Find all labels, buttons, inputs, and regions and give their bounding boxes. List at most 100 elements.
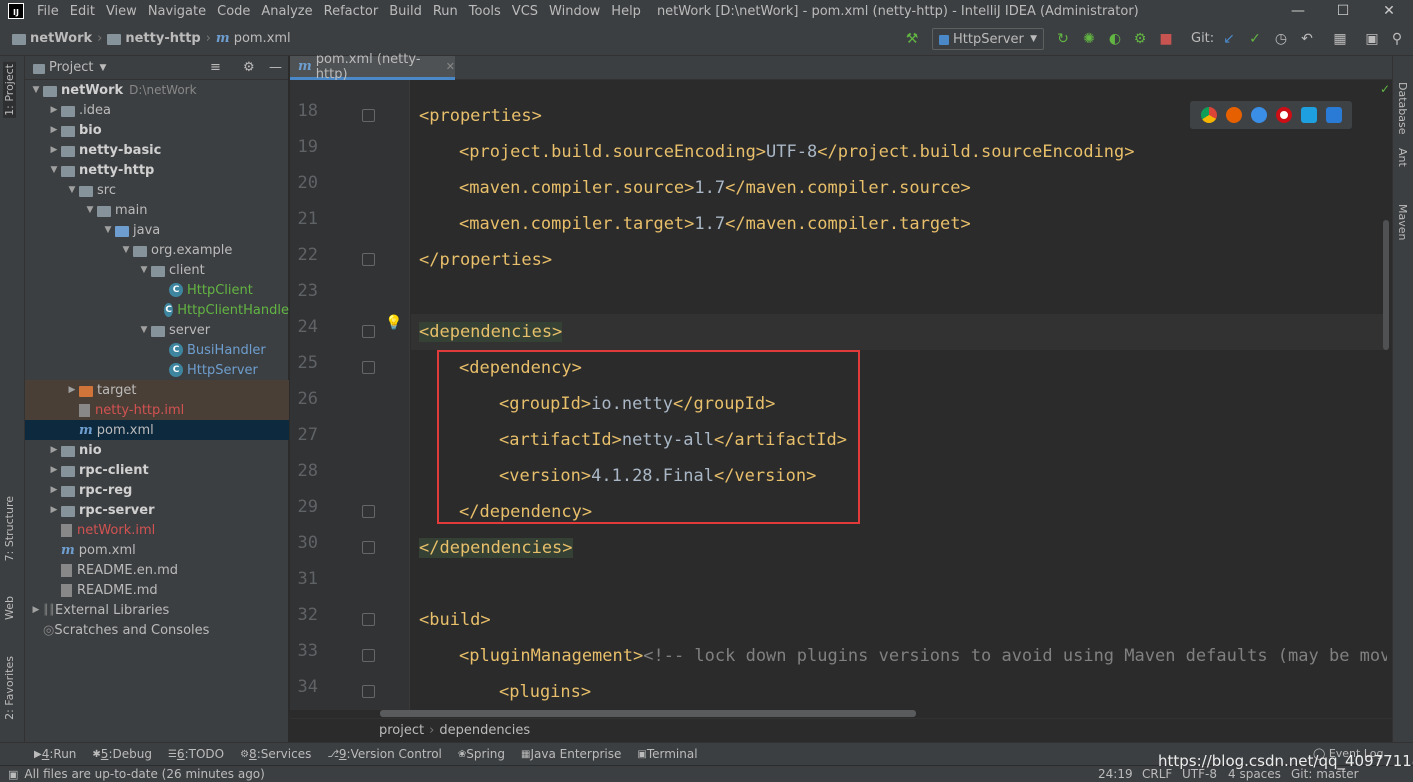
menu-item-window[interactable]: Window xyxy=(544,4,606,19)
tree-item[interactable]: README.en.md xyxy=(25,560,289,580)
build-hammer-icon[interactable]: ⚒ xyxy=(903,30,921,48)
chevron-right-icon[interactable]: ▶ xyxy=(47,125,61,135)
tool-tab-debug[interactable]: ✱ 5: Debug xyxy=(92,747,152,761)
tab-favorites[interactable]: 2: Favorites xyxy=(3,656,16,720)
chevron-down-icon[interactable]: ▼ xyxy=(101,225,115,235)
minimize-button[interactable]: — xyxy=(1275,0,1321,22)
project-structure-icon[interactable]: ▦ xyxy=(1331,30,1349,48)
chevron-down-icon[interactable]: ▼ xyxy=(137,325,151,335)
tree-item[interactable]: ▼ main xyxy=(25,200,289,220)
status-toggle-icon[interactable]: ▣ xyxy=(8,768,18,781)
tab-ant[interactable]: Ant xyxy=(1396,148,1409,167)
tab-structure[interactable]: 7: Structure xyxy=(3,496,16,561)
nav-crumb-netty-http[interactable]: netty-http xyxy=(107,31,201,46)
chevron-right-icon[interactable]: ▶ xyxy=(47,505,61,515)
tree-item[interactable]: ▶ .idea xyxy=(25,100,289,120)
tree-item[interactable]: m pom.xml xyxy=(25,540,289,560)
maximize-button[interactable]: ☐ xyxy=(1320,0,1366,22)
opera-icon[interactable] xyxy=(1275,107,1292,123)
scroll-thumb[interactable] xyxy=(380,710,916,717)
tree-item[interactable]: m pom.xml xyxy=(25,420,289,440)
tree-item[interactable]: ▼ netty-http xyxy=(25,160,289,180)
chevron-down-icon[interactable]: ▼ xyxy=(99,63,106,73)
firefox-icon[interactable] xyxy=(1225,107,1242,123)
tree-item[interactable]: C HttpServer xyxy=(25,360,289,380)
tab-maven[interactable]: Maven xyxy=(1396,204,1409,240)
tree-item[interactable]: ▶ rpc-reg xyxy=(25,480,289,500)
chrome-icon[interactable] xyxy=(1200,107,1217,123)
breadcrumb-dependencies[interactable]: dependencies xyxy=(439,723,530,738)
fold-marker-icon[interactable] xyxy=(362,505,375,518)
tree-item[interactable]: ▶ bio xyxy=(25,120,289,140)
stop-icon[interactable]: ■ xyxy=(1157,30,1175,48)
profile-icon[interactable]: ⚙ xyxy=(1131,30,1149,48)
tree-item[interactable]: C HttpClientHandle xyxy=(25,300,289,320)
rerun-icon[interactable]: ↻ xyxy=(1054,30,1072,48)
nav-crumb-network[interactable]: netWork xyxy=(12,31,92,46)
tree-item[interactable]: ▼ java xyxy=(25,220,289,240)
menu-item-code[interactable]: Code xyxy=(212,4,256,19)
tree-item[interactable]: netty-http.iml xyxy=(25,400,289,420)
menu-item-file[interactable]: File xyxy=(32,4,65,19)
internet-explorer-icon[interactable] xyxy=(1300,107,1317,123)
tab-database[interactable]: Database xyxy=(1396,82,1409,135)
search-icon[interactable]: ⚲ xyxy=(1388,30,1406,48)
chevron-down-icon[interactable]: ▼ xyxy=(137,265,151,275)
menu-item-vcs[interactable]: VCS xyxy=(507,4,544,19)
chevron-down-icon[interactable]: ▼ xyxy=(83,205,97,215)
tab-project[interactable]: 1: Project xyxy=(3,62,16,118)
chevron-right-icon[interactable]: ▶ xyxy=(47,485,61,495)
fold-marker-icon[interactable] xyxy=(362,685,375,698)
tree-item[interactable]: ▶ target xyxy=(25,380,289,400)
tool-tab-run[interactable]: ▶ 4: Run xyxy=(34,747,76,761)
debug-icon[interactable]: ✺ xyxy=(1080,30,1098,48)
tree-item[interactable]: README.md xyxy=(25,580,289,600)
tree-item[interactable]: ▶ rpc-server xyxy=(25,500,289,520)
chevron-right-icon[interactable]: ▶ xyxy=(47,445,61,455)
tool-tab-spring[interactable]: ❀ Spring xyxy=(458,747,505,761)
fold-marker-icon[interactable] xyxy=(362,325,375,338)
tree-item[interactable]: ▶ rpc-client xyxy=(25,460,289,480)
tree-item[interactable]: ▼ server xyxy=(25,320,289,340)
menu-item-run[interactable]: Run xyxy=(428,4,464,19)
layout-icon[interactable]: ▣ xyxy=(1363,30,1381,48)
chevron-down-icon[interactable]: ▼ xyxy=(29,85,43,95)
project-panel-title[interactable]: Project xyxy=(49,60,93,75)
menu-item-tools[interactable]: Tools xyxy=(464,4,507,19)
close-window-button[interactable]: ✕ xyxy=(1366,0,1412,22)
chevron-right-icon[interactable]: ▶ xyxy=(47,105,61,115)
chevron-right-icon[interactable]: ▶ xyxy=(47,465,61,475)
caret-position[interactable]: 24:19 xyxy=(1098,767,1133,781)
fold-marker-icon[interactable] xyxy=(362,361,375,374)
coverage-icon[interactable]: ◐ xyxy=(1106,30,1124,48)
git-update-icon[interactable]: ↙ xyxy=(1220,30,1238,48)
tool-tab-java-enterprise[interactable]: ▦ Java Enterprise xyxy=(521,747,621,761)
fold-marker-icon[interactable] xyxy=(362,541,375,554)
tree-item[interactable]: netWork.iml xyxy=(25,520,289,540)
fold-marker-icon[interactable] xyxy=(362,649,375,662)
run-configuration-select[interactable]: HttpServer ▼ xyxy=(932,28,1044,50)
tree-item[interactable]: ▼ org.example xyxy=(25,240,289,260)
menu-item-view[interactable]: View xyxy=(101,4,143,19)
tree-item[interactable]: ▼ netWork D:\netWork xyxy=(25,80,289,100)
fold-marker-icon[interactable] xyxy=(362,109,375,122)
tree-item[interactable]: ◎ Scratches and Consoles xyxy=(25,620,289,640)
tree-item[interactable]: C BusiHandler xyxy=(25,340,289,360)
tool-tab-version-control[interactable]: ⎇ 9: Version Control xyxy=(327,747,442,761)
edge-icon[interactable] xyxy=(1325,107,1342,123)
menu-item-analyze[interactable]: Analyze xyxy=(256,4,318,19)
rollback-icon[interactable]: ↶ xyxy=(1298,30,1316,48)
menu-item-navigate[interactable]: Navigate xyxy=(143,4,212,19)
tree-item[interactable]: ▼ src xyxy=(25,180,289,200)
tree-item[interactable]: ▶ nio xyxy=(25,440,289,460)
chevron-right-icon[interactable]: ▶ xyxy=(29,605,43,615)
gear-icon[interactable]: ⚙ xyxy=(243,60,255,75)
chevron-right-icon[interactable]: ▶ xyxy=(47,145,61,155)
tree-item[interactable]: ▶ netty-basic xyxy=(25,140,289,160)
fold-marker-icon[interactable] xyxy=(362,253,375,266)
safari-icon[interactable] xyxy=(1250,107,1267,123)
collapse-all-icon[interactable]: ≡ xyxy=(210,60,221,75)
chevron-down-icon[interactable]: ▼ xyxy=(119,245,133,255)
editor-horizontal-scrollbar[interactable] xyxy=(290,710,1392,718)
tree-item[interactable]: ▶ ║║ External Libraries xyxy=(25,600,289,620)
